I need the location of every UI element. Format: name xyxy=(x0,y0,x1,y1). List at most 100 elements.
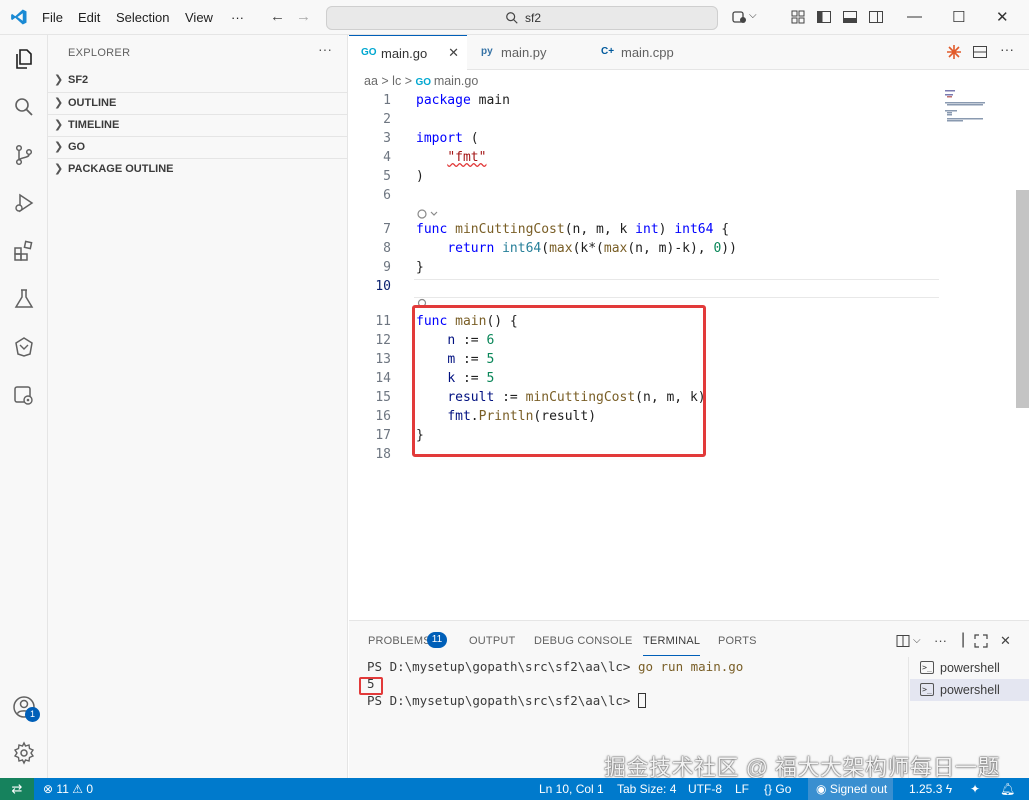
chevron-right-icon: ❯ xyxy=(54,163,64,175)
forward-arrow-icon[interactable]: → xyxy=(296,8,311,25)
copilot-icon: ◉ xyxy=(816,782,827,796)
tab-size[interactable]: Tab Size: 4 xyxy=(617,782,676,796)
code-line: 3 import ( xyxy=(349,131,939,150)
section-outline[interactable]: ❯ OUTLINE xyxy=(48,92,348,114)
line-number: 10 xyxy=(375,279,391,294)
code-text: (n, m)-k), xyxy=(627,241,714,256)
back-arrow-icon[interactable]: ← xyxy=(270,8,285,25)
chevron-right-icon: ❯ xyxy=(54,74,64,86)
line-number: 11 xyxy=(375,314,391,329)
line-number: 13 xyxy=(375,352,391,367)
toggle-panel-icon[interactable] xyxy=(842,9,858,25)
close-window-icon[interactable]: ✕ xyxy=(996,8,1009,26)
warning-count: 0 xyxy=(86,782,94,796)
problems-status[interactable]: ⊗ 11 ⚠ 0 xyxy=(43,782,93,796)
explorer-icon[interactable] xyxy=(12,47,36,71)
close-icon[interactable]: ✕ xyxy=(448,45,459,61)
tab-main-cpp[interactable]: C+ main.cpp xyxy=(589,35,707,70)
function-name: max xyxy=(603,241,628,256)
editor-scrollbar-thumb[interactable] xyxy=(1016,190,1029,408)
go-file-icon: GO xyxy=(361,47,377,58)
tab-terminal[interactable]: TERMINAL xyxy=(643,635,701,656)
annotation-highlight-box xyxy=(412,305,706,457)
explorer-title: EXPLORER xyxy=(68,47,131,59)
more-actions-icon[interactable]: ··· xyxy=(1000,41,1014,57)
split-terminal-icon[interactable] xyxy=(896,634,910,648)
breadcrumb-folder-aa[interactable]: aa xyxy=(364,74,378,88)
line-number: 18 xyxy=(375,447,391,462)
chevron-down-icon[interactable]: ⌵ xyxy=(913,635,921,646)
remote-explorer-icon[interactable] xyxy=(12,335,36,359)
code-text: main xyxy=(470,93,510,108)
copilot-sparkle-icon[interactable] xyxy=(946,44,962,60)
tab-output[interactable]: OUTPUT xyxy=(469,635,515,647)
language-mode[interactable]: {} Go xyxy=(764,782,791,796)
tab-main-go[interactable]: GO main.go ✕ xyxy=(349,35,467,71)
terminal-item[interactable]: >_ powershell xyxy=(910,679,1029,701)
more-actions-icon[interactable]: ··· xyxy=(318,41,332,57)
notifications-bell-icon[interactable]: 🔔︎ xyxy=(1000,782,1015,796)
terminal-item[interactable]: >_ powershell xyxy=(910,657,1029,679)
breadcrumb-file[interactable]: main.go xyxy=(434,74,478,88)
copilot-status-icon[interactable]: ✦ xyxy=(970,782,980,796)
account-label: Signed out xyxy=(829,782,888,796)
code-editor[interactable]: 1 package main 2 3 import ( 4 "fmt" 5 ) … xyxy=(349,92,1016,620)
encoding[interactable]: UTF-8 xyxy=(688,782,722,796)
customize-layout-icon[interactable] xyxy=(790,9,806,25)
terminal-cursor xyxy=(637,693,646,708)
tab-problems[interactable]: PROBLEMS xyxy=(368,635,431,647)
toggle-secondary-sidebar-icon[interactable] xyxy=(868,9,884,25)
cursor-position[interactable]: Ln 10, Col 1 xyxy=(539,782,604,796)
cpp-file-icon: C+ xyxy=(601,46,615,57)
menu-view[interactable]: View xyxy=(185,10,213,25)
python-file-icon: py xyxy=(481,46,493,57)
minimap[interactable] xyxy=(945,90,995,130)
line-number: 5 xyxy=(383,169,391,184)
close-panel-icon[interactable]: ✕ xyxy=(1000,633,1011,649)
maximize-icon[interactable]: ☐ xyxy=(952,8,965,26)
docker-icon[interactable] xyxy=(12,383,36,407)
menu-edit[interactable]: Edit xyxy=(78,10,100,25)
terminal-output[interactable]: PS D:\mysetup\gopath\src\sf2\aa\lc> go r… xyxy=(367,659,743,710)
toggle-sidebar-icon[interactable] xyxy=(816,9,832,25)
source-control-icon[interactable] xyxy=(12,143,36,167)
search-icon[interactable] xyxy=(12,95,36,119)
settings-gear-icon[interactable] xyxy=(12,741,36,765)
keyword: package xyxy=(416,93,471,108)
minimize-icon[interactable]: — xyxy=(907,8,922,25)
extensions-icon[interactable] xyxy=(12,239,36,263)
remote-indicator-icon[interactable]: ⇄ xyxy=(0,778,34,800)
menu-file[interactable]: File xyxy=(42,10,63,25)
tab-main-py[interactable]: py main.py xyxy=(469,35,587,70)
maximize-panel-icon[interactable] xyxy=(974,634,988,648)
chevron-down-icon[interactable]: ⌵ xyxy=(749,10,757,21)
annotation-output-box xyxy=(359,677,383,695)
line-number: 2 xyxy=(383,112,391,127)
go-version[interactable]: 1.25.3 ϟ xyxy=(909,782,952,796)
function-name: minCuttingCost xyxy=(455,222,565,237)
section-sf2[interactable]: ❯ SF2 xyxy=(48,70,348,92)
menu-selection[interactable]: Selection xyxy=(116,10,169,25)
section-go[interactable]: ❯ GO xyxy=(48,136,348,158)
copilot-icon[interactable] xyxy=(731,9,747,25)
terminal-line: 5 xyxy=(367,676,743,693)
run-debug-icon[interactable] xyxy=(12,191,36,215)
codelens-run-icon[interactable] xyxy=(416,208,438,220)
tab-ports[interactable]: PORTS xyxy=(718,635,757,647)
activity-bar: 1 xyxy=(0,35,48,778)
code-line: 9 } xyxy=(349,260,939,279)
split-editor-icon[interactable] xyxy=(972,44,988,60)
section-label: GO xyxy=(68,141,86,153)
code-text: (k*( xyxy=(572,241,604,256)
account-status[interactable]: ◉ Signed out xyxy=(808,778,894,800)
tab-debug-console[interactable]: DEBUG CONSOLE xyxy=(534,635,633,647)
command-center-search[interactable]: sf2 xyxy=(326,6,718,30)
search-text: sf2 xyxy=(525,11,542,25)
more-actions-icon[interactable]: ··· xyxy=(934,633,947,648)
end-of-line[interactable]: LF xyxy=(735,782,749,796)
section-package-outline[interactable]: ❯ PACKAGE OUTLINE xyxy=(48,158,348,180)
testing-icon[interactable] xyxy=(12,287,36,311)
breadcrumb-folder-lc[interactable]: lc xyxy=(392,74,401,88)
menu-more[interactable]: ··· xyxy=(231,10,244,25)
section-timeline[interactable]: ❯ TIMELINE xyxy=(48,114,348,136)
